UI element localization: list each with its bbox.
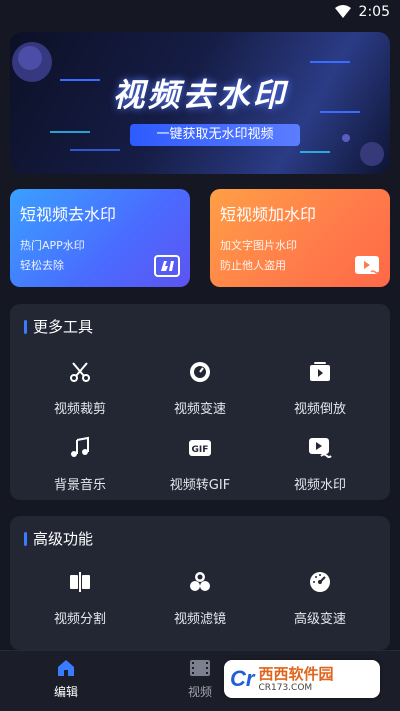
video-watermark-icon: [309, 438, 332, 458]
tool-video-reverse[interactable]: 视频倒放: [260, 360, 380, 417]
tool-video-speed[interactable]: 视频变速: [140, 360, 260, 417]
tool-advanced-speed[interactable]: 高级变速: [260, 570, 380, 627]
banner-title: 视频去水印: [112, 76, 288, 114]
banner-subtitle: 一键获取无水印视频: [130, 124, 300, 146]
reverse-play-icon: [310, 362, 330, 381]
advanced-panel: 高级功能 视频分割 视频滤镜 高级变速: [10, 516, 390, 650]
tool-label: 背景音乐: [53, 478, 106, 493]
scissors-icon: [70, 362, 90, 382]
watermark-logo-text: Cr: [230, 666, 255, 691]
filter-icon: [190, 572, 210, 591]
status-bar: 2:05: [0, 0, 400, 24]
card-desc-line2: 防止他人盗用: [220, 259, 286, 272]
home-icon: [58, 660, 74, 676]
card-title: 短视频加水印: [220, 205, 317, 224]
more-tools-title: 更多工具: [33, 318, 94, 336]
gif-icon: GIF: [189, 440, 211, 456]
tool-label: 高级变速: [293, 612, 346, 627]
card-desc-line1: 热门APP水印: [20, 239, 85, 252]
advanced-title: 高级功能: [33, 530, 94, 548]
tool-label: 视频分割: [53, 612, 106, 627]
tool-video-to-gif[interactable]: GIF 视频转GIF: [140, 436, 260, 493]
banner[interactable]: 视频去水印 一键获取无水印视频: [10, 32, 390, 174]
wifi-icon: [334, 5, 351, 18]
video-watermark-icon: [355, 256, 380, 274]
tool-video-watermark[interactable]: 视频水印: [260, 436, 380, 493]
site-watermark-logo: Cr 西西软件园 CR173.COM: [224, 660, 380, 698]
remove-watermark-card[interactable]: 短视频去水印 热门APP水印 轻松去除: [10, 189, 190, 287]
watermark-site: CR173.COM: [258, 682, 313, 693]
tool-background-music[interactable]: 背景音乐: [20, 436, 140, 493]
tool-video-crop[interactable]: 视频裁剪: [20, 360, 140, 417]
accent-bar: [24, 531, 27, 546]
accent-bar: [24, 319, 27, 334]
tool-label: 视频变速: [173, 402, 226, 417]
status-time: 2:05: [358, 4, 390, 20]
tool-label: 视频滤镜: [173, 612, 226, 627]
tab-label: 编辑: [53, 685, 78, 699]
tool-label: 视频转GIF: [169, 478, 231, 493]
card-title: 短视频去水印: [20, 205, 117, 224]
video-edit-icon: [154, 255, 180, 277]
gauge-icon: [310, 572, 330, 592]
speed-icon: [190, 362, 210, 382]
tool-label: 视频倒放: [293, 402, 346, 417]
more-tools-title-row: 更多工具: [24, 316, 93, 337]
tool-video-filter[interactable]: 视频滤镜: [140, 570, 260, 627]
watermark-name: 西西软件园: [258, 664, 334, 683]
advanced-title-row: 高级功能: [24, 528, 93, 549]
card-desc-line2: 轻松去除: [20, 259, 64, 272]
add-watermark-card[interactable]: 短视频加水印 加文字图片水印 防止他人盗用: [210, 189, 390, 287]
tool-label: 视频裁剪: [53, 402, 106, 417]
card-desc-line1: 加文字图片水印: [220, 239, 297, 252]
more-tools-panel: 更多工具 视频裁剪 视频变速 视频倒放 背景音乐 GIF 视频转GIF 视频水印: [10, 304, 390, 500]
music-note-icon: [71, 436, 89, 457]
svg-text:GIF: GIF: [192, 445, 209, 455]
film-icon: [190, 660, 210, 676]
tool-video-split[interactable]: 视频分割: [20, 570, 140, 627]
tool-label: 视频水印: [293, 478, 346, 493]
split-icon: [70, 572, 90, 592]
tab-edit[interactable]: 编辑: [26, 659, 106, 700]
